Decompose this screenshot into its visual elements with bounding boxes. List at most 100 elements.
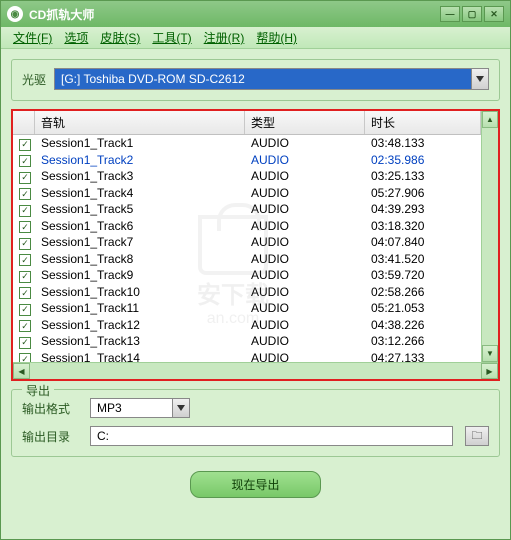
scroll-left-button[interactable]: ◀ xyxy=(13,363,30,379)
cell-type: AUDIO xyxy=(245,268,365,282)
cell-name: Session1_Track13 xyxy=(35,334,245,348)
hscroll-track[interactable] xyxy=(30,363,481,379)
horizontal-scrollbar[interactable]: ◀ ▶ xyxy=(13,362,498,379)
table-header: 音轨 类型 时长 xyxy=(13,111,481,135)
col-checkbox[interactable] xyxy=(13,111,35,134)
format-dropdown-button[interactable] xyxy=(172,398,190,418)
cell-type: AUDIO xyxy=(245,169,365,183)
dir-input[interactable]: C: xyxy=(90,426,453,446)
row-checkbox[interactable]: ✓ xyxy=(19,155,31,167)
scroll-track[interactable] xyxy=(482,128,498,345)
col-duration[interactable]: 时长 xyxy=(365,111,481,134)
window-title: CD抓轨大师 xyxy=(29,6,440,23)
browse-button[interactable]: 🗀 xyxy=(465,426,489,446)
table-row[interactable]: ✓Session1_Track9AUDIO03:59.720 xyxy=(13,267,481,284)
cell-name: Session1_Track10 xyxy=(35,285,245,299)
folder-icon: 🗀 xyxy=(472,427,483,446)
cell-duration: 03:48.133 xyxy=(365,136,481,150)
scroll-down-button[interactable]: ▼ xyxy=(482,345,498,362)
titlebar[interactable]: ◉ CD抓轨大师 — ▢ ✕ xyxy=(1,1,510,27)
format-select[interactable]: MP3 xyxy=(90,398,190,418)
scroll-up-button[interactable]: ▲ xyxy=(482,111,498,128)
row-checkbox[interactable]: ✓ xyxy=(19,304,31,316)
cell-duration: 03:59.720 xyxy=(365,268,481,282)
drive-dropdown-button[interactable] xyxy=(471,68,489,90)
cell-type: AUDIO xyxy=(245,301,365,315)
row-checkbox[interactable]: ✓ xyxy=(19,188,31,200)
menu-options[interactable]: 选项 xyxy=(60,27,92,48)
table-row[interactable]: ✓ Session1_Track4AUDIO05:27.906 xyxy=(13,185,481,202)
cell-name: Session1_Track3 xyxy=(35,169,245,183)
table-body: 安下载 an.com ✓Session1_Track1AUDIO03:48.13… xyxy=(13,135,481,362)
chevron-down-icon xyxy=(177,405,185,411)
drive-select[interactable]: [G:] Toshiba DVD-ROM SD-C2612 xyxy=(54,68,489,90)
menu-tools[interactable]: 工具(T) xyxy=(148,27,195,48)
cell-name: Session1_Track14 xyxy=(35,351,245,362)
cell-duration: 04:27.133 xyxy=(365,351,481,362)
cell-type: AUDIO xyxy=(245,219,365,233)
row-checkbox[interactable]: ✓ xyxy=(19,172,31,184)
close-button[interactable]: ✕ xyxy=(484,6,504,22)
minimize-button[interactable]: — xyxy=(440,6,460,22)
row-checkbox[interactable]: ✓ xyxy=(19,221,31,233)
app-window: ◉ CD抓轨大师 — ▢ ✕ 文件(F) 选项 皮肤(S) 工具(T) 注册(R… xyxy=(0,0,511,540)
table-row[interactable]: ✓ Session1_Track11AUDIO05:21.053 xyxy=(13,300,481,317)
row-checkbox[interactable]: ✓ xyxy=(19,337,31,349)
cell-type: AUDIO xyxy=(245,202,365,216)
table-row[interactable]: ✓ Session1_Track14AUDIO04:27.133 xyxy=(13,350,481,363)
cell-duration: 03:12.266 xyxy=(365,334,481,348)
cell-duration: 04:07.840 xyxy=(365,235,481,249)
cell-name: Session1_Track6 xyxy=(35,219,245,233)
cell-type: AUDIO xyxy=(245,252,365,266)
row-checkbox[interactable]: ✓ xyxy=(19,320,31,332)
cell-type: AUDIO xyxy=(245,153,365,167)
chevron-down-icon xyxy=(476,76,484,82)
cell-type: AUDIO xyxy=(245,136,365,150)
menubar: 文件(F) 选项 皮肤(S) 工具(T) 注册(R) 帮助(H) xyxy=(1,27,510,49)
cell-type: AUDIO xyxy=(245,334,365,348)
menu-file[interactable]: 文件(F) xyxy=(9,27,56,48)
maximize-button[interactable]: ▢ xyxy=(462,6,482,22)
row-checkbox[interactable]: ✓ xyxy=(19,238,31,250)
cell-name: Session1_Track4 xyxy=(35,186,245,200)
cell-type: AUDIO xyxy=(245,351,365,362)
table-row[interactable]: ✓Session1_Track6AUDIO03:18.320 xyxy=(13,218,481,235)
cell-duration: 05:27.906 xyxy=(365,186,481,200)
col-track[interactable]: 音轨 xyxy=(35,111,245,134)
cell-duration: 02:35.986 xyxy=(365,153,481,167)
app-icon: ◉ xyxy=(7,6,23,22)
cell-duration: 04:38.226 xyxy=(365,318,481,332)
track-table: 音轨 类型 时长 安下载 an.com ✓Session1_Track1AUDI… xyxy=(11,109,500,381)
row-checkbox[interactable]: ✓ xyxy=(19,139,31,151)
cell-type: AUDIO xyxy=(245,186,365,200)
table-row[interactable]: ✓Session1_Track3AUDIO03:25.133 xyxy=(13,168,481,185)
table-row[interactable]: ✓Session1_Track1AUDIO03:48.133 xyxy=(13,135,481,152)
table-row[interactable]: ✓Session1_Track12AUDIO04:38.226 xyxy=(13,317,481,334)
table-row[interactable]: ✓Session1_Track2AUDIO02:35.986 xyxy=(13,152,481,169)
row-checkbox[interactable]: ✓ xyxy=(19,205,31,217)
menu-skin[interactable]: 皮肤(S) xyxy=(96,27,144,48)
table-row[interactable]: ✓Session1_Track8AUDIO03:41.520 xyxy=(13,251,481,268)
drive-value: [G:] Toshiba DVD-ROM SD-C2612 xyxy=(54,68,471,90)
vertical-scrollbar[interactable]: ▲ ▼ xyxy=(481,111,498,362)
export-group: 导出 输出格式 MP3 输出目录 C: 🗀 xyxy=(11,389,500,457)
row-checkbox[interactable]: ✓ xyxy=(19,287,31,299)
cell-name: Session1_Track11 xyxy=(35,301,245,315)
table-row[interactable]: ✓Session1_Track5AUDIO04:39.293 xyxy=(13,201,481,218)
table-row[interactable]: ✓Session1_Track7AUDIO04:07.840 xyxy=(13,234,481,251)
cell-duration: 03:41.520 xyxy=(365,252,481,266)
table-row[interactable]: ✓Session1_Track10AUDIO02:58.266 xyxy=(13,284,481,301)
row-checkbox[interactable]: ✓ xyxy=(19,353,31,362)
scroll-right-button[interactable]: ▶ xyxy=(481,363,498,379)
menu-register[interactable]: 注册(R) xyxy=(200,27,249,48)
cell-type: AUDIO xyxy=(245,285,365,299)
cell-duration: 05:21.053 xyxy=(365,301,481,315)
col-type[interactable]: 类型 xyxy=(245,111,365,134)
row-checkbox[interactable]: ✓ xyxy=(19,254,31,266)
menu-help[interactable]: 帮助(H) xyxy=(252,27,301,48)
row-checkbox[interactable]: ✓ xyxy=(19,271,31,283)
export-button[interactable]: 现在导出 xyxy=(190,471,320,498)
cell-name: Session1_Track7 xyxy=(35,235,245,249)
export-legend: 导出 xyxy=(22,382,54,399)
table-row[interactable]: ✓ Session1_Track13AUDIO03:12.266 xyxy=(13,333,481,350)
